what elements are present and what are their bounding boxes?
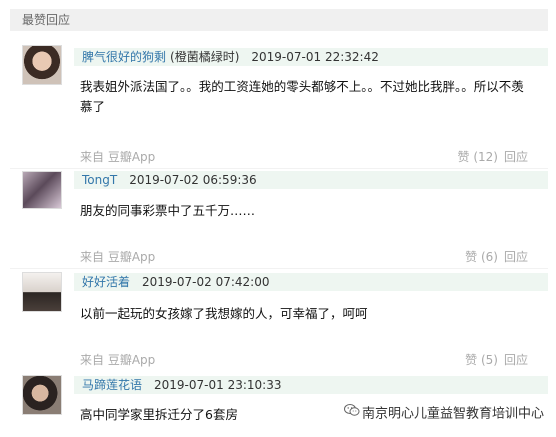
- comment-meta: 马蹄莲花语 2019-07-01 23:10:33: [74, 376, 548, 394]
- reply-button[interactable]: 回应: [504, 353, 528, 367]
- comment-time: 2019-07-01 23:10:33: [154, 378, 282, 392]
- watermark: 南京明心儿童益智教育培训中心: [342, 403, 547, 425]
- divider: [10, 168, 548, 169]
- comment-source: 来自 豆瓣App: [80, 353, 156, 367]
- like-button[interactable]: 赞 (6): [465, 250, 498, 264]
- wechat-icon: [344, 403, 360, 425]
- author-link[interactable]: 脾气很好的狗剩: [82, 50, 166, 64]
- comment-item: 好好活着 2019-07-02 07:42:00 以前一起玩的女孩嫁了我想嫁的人，…: [22, 272, 548, 332]
- comment-source: 来自 豆瓣App: [80, 250, 156, 264]
- comment-time: 2019-07-02 07:42:00: [142, 275, 270, 289]
- reply-button[interactable]: 回应: [504, 150, 528, 164]
- divider: [10, 268, 548, 269]
- like-button[interactable]: 赞 (5): [465, 353, 498, 367]
- section-header: 最赞回应: [10, 9, 548, 31]
- comment-text: 以前一起玩的女孩嫁了我想嫁的人，可幸福了，呵呵: [80, 306, 368, 321]
- watermark-text: 南京明心儿童益智教育培训中心: [362, 406, 545, 422]
- comment-footer: 来自 豆瓣App 赞 (12) 回应: [80, 148, 528, 166]
- author-link[interactable]: 马蹄莲花语: [82, 378, 142, 392]
- like-button[interactable]: 赞 (12): [458, 150, 498, 164]
- comment-time: 2019-07-01 22:32:42: [251, 50, 379, 64]
- reply-button[interactable]: 回应: [504, 250, 528, 264]
- comment-text: 朋友的同事彩票中了五千万……: [80, 203, 256, 218]
- author-signature: (橙菌橘绿时): [170, 50, 240, 64]
- comment-footer: 来自 豆瓣App 赞 (5) 回应: [80, 351, 528, 369]
- author-link[interactable]: TongT: [82, 173, 117, 187]
- avatar[interactable]: [22, 45, 62, 85]
- avatar[interactable]: [22, 375, 62, 415]
- comment-text: 我表姐外派法国了。。我的工资连她的零头都够不上。。不过她比我胖。。所以不羡慕了: [80, 79, 524, 114]
- avatar[interactable]: [22, 171, 62, 209]
- comment-meta: 好好活着 2019-07-02 07:42:00: [74, 273, 548, 291]
- avatar[interactable]: [22, 272, 62, 312]
- comment-footer: 来自 豆瓣App 赞 (6) 回应: [80, 248, 528, 266]
- comment-item: TongT 2019-07-02 06:59:36 朋友的同事彩票中了五千万……: [22, 171, 548, 231]
- comment-source: 来自 豆瓣App: [80, 150, 156, 164]
- comment-time: 2019-07-02 06:59:36: [129, 173, 257, 187]
- comment-meta: TongT 2019-07-02 06:59:36: [74, 171, 548, 189]
- comment-item: 脾气很好的狗剩 (橙菌橘绿时) 2019-07-01 22:32:42 我表姐外派法…: [22, 45, 548, 115]
- comment-meta: 脾气很好的狗剩 (橙菌橘绿时) 2019-07-01 22:32:42: [74, 48, 548, 66]
- author-link[interactable]: 好好活着: [82, 275, 130, 289]
